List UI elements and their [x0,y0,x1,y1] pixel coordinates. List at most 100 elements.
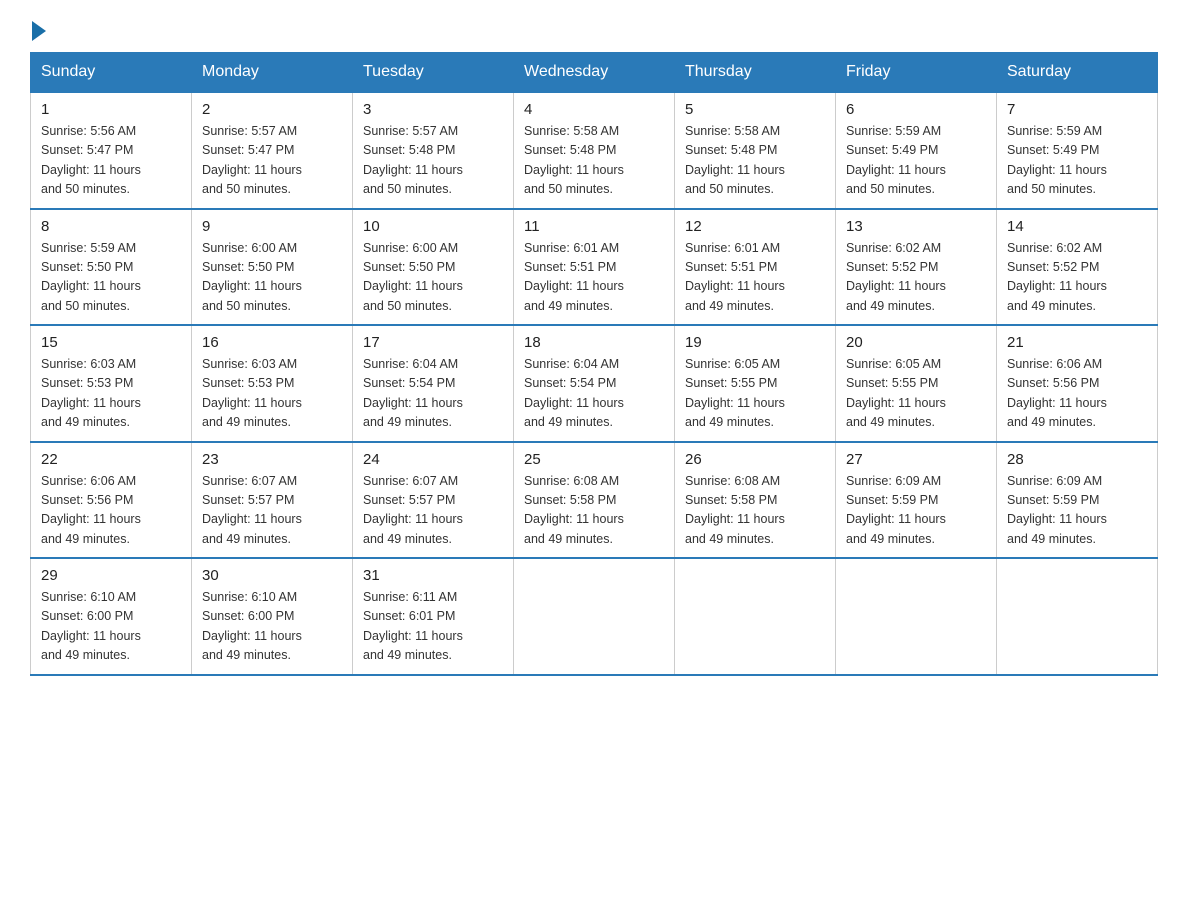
day-info: Sunrise: 6:10 AMSunset: 6:00 PMDaylight:… [41,588,181,666]
day-info: Sunrise: 6:05 AMSunset: 5:55 PMDaylight:… [846,355,986,433]
calendar-day-cell: 28 Sunrise: 6:09 AMSunset: 5:59 PMDayligh… [997,442,1158,559]
day-number: 16 [202,334,342,351]
day-info: Sunrise: 6:08 AMSunset: 5:58 PMDaylight:… [685,472,825,550]
calendar-day-cell: 20 Sunrise: 6:05 AMSunset: 5:55 PMDayligh… [836,325,997,442]
calendar-day-cell: 8 Sunrise: 5:59 AMSunset: 5:50 PMDaylight… [31,209,192,326]
day-number: 29 [41,567,181,584]
calendar-day-cell: 31 Sunrise: 6:11 AMSunset: 6:01 PMDayligh… [353,558,514,675]
day-number: 27 [846,451,986,468]
day-number: 15 [41,334,181,351]
day-info: Sunrise: 5:57 AMSunset: 5:48 PMDaylight:… [363,122,503,200]
day-info: Sunrise: 6:09 AMSunset: 5:59 PMDaylight:… [846,472,986,550]
calendar-day-cell: 19 Sunrise: 6:05 AMSunset: 5:55 PMDayligh… [675,325,836,442]
day-info: Sunrise: 5:59 AMSunset: 5:50 PMDaylight:… [41,239,181,317]
calendar-day-cell: 27 Sunrise: 6:09 AMSunset: 5:59 PMDayligh… [836,442,997,559]
day-number: 5 [685,101,825,118]
day-info: Sunrise: 6:11 AMSunset: 6:01 PMDaylight:… [363,588,503,666]
day-number: 14 [1007,218,1147,235]
day-info: Sunrise: 6:01 AMSunset: 5:51 PMDaylight:… [685,239,825,317]
day-info: Sunrise: 6:04 AMSunset: 5:54 PMDaylight:… [363,355,503,433]
day-number: 25 [524,451,664,468]
day-number: 26 [685,451,825,468]
day-info: Sunrise: 6:07 AMSunset: 5:57 PMDaylight:… [202,472,342,550]
calendar-day-cell: 10 Sunrise: 6:00 AMSunset: 5:50 PMDayligh… [353,209,514,326]
calendar-day-cell: 23 Sunrise: 6:07 AMSunset: 5:57 PMDayligh… [192,442,353,559]
day-number: 20 [846,334,986,351]
calendar-day-cell: 18 Sunrise: 6:04 AMSunset: 5:54 PMDayligh… [514,325,675,442]
day-number: 24 [363,451,503,468]
calendar-day-cell: 30Sunrise: 6:10 AMSunset: 6:00 PMDayligh… [192,558,353,675]
day-number: 6 [846,101,986,118]
weekday-header-row: SundayMondayTuesdayWednesdayThursdayFrid… [31,53,1158,93]
day-number: 11 [524,218,664,235]
day-info: Sunrise: 5:57 AMSunset: 5:47 PMDaylight:… [202,122,342,200]
calendar-day-cell: 16 Sunrise: 6:03 AMSunset: 5:53 PMDayligh… [192,325,353,442]
day-number: 21 [1007,334,1147,351]
day-number: 30 [202,567,342,584]
day-number: 2 [202,101,342,118]
day-number: 23 [202,451,342,468]
calendar-day-cell: 21 Sunrise: 6:06 AMSunset: 5:56 PMDayligh… [997,325,1158,442]
day-number: 17 [363,334,503,351]
day-number: 8 [41,218,181,235]
calendar-day-cell: 26 Sunrise: 6:08 AMSunset: 5:58 PMDayligh… [675,442,836,559]
day-number: 13 [846,218,986,235]
logo-arrow-icon [32,21,46,41]
calendar-day-cell: 11 Sunrise: 6:01 AMSunset: 5:51 PMDayligh… [514,209,675,326]
calendar-day-cell: 4 Sunrise: 5:58 AMSunset: 5:48 PMDaylight… [514,92,675,209]
weekday-header-monday: Monday [192,53,353,93]
day-number: 31 [363,567,503,584]
day-info: Sunrise: 6:06 AMSunset: 5:56 PMDaylight:… [41,472,181,550]
calendar-day-cell: 22Sunrise: 6:06 AMSunset: 5:56 PMDayligh… [31,442,192,559]
day-info: Sunrise: 6:06 AMSunset: 5:56 PMDaylight:… [1007,355,1147,433]
weekday-header-tuesday: Tuesday [353,53,514,93]
empty-cell [514,558,675,675]
day-number: 19 [685,334,825,351]
calendar-day-cell: 2 Sunrise: 5:57 AMSunset: 5:47 PMDaylight… [192,92,353,209]
calendar-day-cell: 7Sunrise: 5:59 AMSunset: 5:49 PMDaylight… [997,92,1158,209]
day-info: Sunrise: 6:03 AMSunset: 5:53 PMDaylight:… [41,355,181,433]
calendar-table: SundayMondayTuesdayWednesdayThursdayFrid… [30,52,1158,676]
day-number: 4 [524,101,664,118]
calendar-day-cell: 29 Sunrise: 6:10 AMSunset: 6:00 PMDayligh… [31,558,192,675]
calendar-day-cell: 17 Sunrise: 6:04 AMSunset: 5:54 PMDayligh… [353,325,514,442]
day-info: Sunrise: 6:08 AMSunset: 5:58 PMDaylight:… [524,472,664,550]
calendar-day-cell: 5Sunrise: 5:58 AMSunset: 5:48 PMDaylight… [675,92,836,209]
day-info: Sunrise: 6:00 AMSunset: 5:50 PMDaylight:… [202,239,342,317]
weekday-header-sunday: Sunday [31,53,192,93]
day-number: 18 [524,334,664,351]
weekday-header-saturday: Saturday [997,53,1158,93]
calendar-week-row: 15 Sunrise: 6:03 AMSunset: 5:53 PMDayligh… [31,325,1158,442]
page-header [30,20,1158,34]
calendar-day-cell: 14 Sunrise: 6:02 AMSunset: 5:52 PMDayligh… [997,209,1158,326]
calendar-day-cell: 3 Sunrise: 5:57 AMSunset: 5:48 PMDaylight… [353,92,514,209]
day-info: Sunrise: 6:09 AMSunset: 5:59 PMDaylight:… [1007,472,1147,550]
calendar-week-row: 8 Sunrise: 5:59 AMSunset: 5:50 PMDaylight… [31,209,1158,326]
calendar-day-cell: 6Sunrise: 5:59 AMSunset: 5:49 PMDaylight… [836,92,997,209]
logo [30,20,48,34]
day-info: Sunrise: 6:04 AMSunset: 5:54 PMDaylight:… [524,355,664,433]
day-info: Sunrise: 5:58 AMSunset: 5:48 PMDaylight:… [524,122,664,200]
day-info: Sunrise: 6:02 AMSunset: 5:52 PMDaylight:… [1007,239,1147,317]
day-info: Sunrise: 6:03 AMSunset: 5:53 PMDaylight:… [202,355,342,433]
day-number: 10 [363,218,503,235]
day-info: Sunrise: 5:59 AMSunset: 5:49 PMDaylight:… [1007,122,1147,200]
calendar-day-cell: 24 Sunrise: 6:07 AMSunset: 5:57 PMDayligh… [353,442,514,559]
day-info: Sunrise: 6:01 AMSunset: 5:51 PMDaylight:… [524,239,664,317]
calendar-week-row: 29 Sunrise: 6:10 AMSunset: 6:00 PMDayligh… [31,558,1158,675]
day-info: Sunrise: 6:02 AMSunset: 5:52 PMDaylight:… [846,239,986,317]
day-number: 3 [363,101,503,118]
calendar-week-row: 22Sunrise: 6:06 AMSunset: 5:56 PMDayligh… [31,442,1158,559]
weekday-header-thursday: Thursday [675,53,836,93]
calendar-day-cell: 1Sunrise: 5:56 AMSunset: 5:47 PMDaylight… [31,92,192,209]
calendar-day-cell: 13 Sunrise: 6:02 AMSunset: 5:52 PMDayligh… [836,209,997,326]
day-info: Sunrise: 6:00 AMSunset: 5:50 PMDaylight:… [363,239,503,317]
day-info: Sunrise: 6:07 AMSunset: 5:57 PMDaylight:… [363,472,503,550]
calendar-day-cell: 12Sunrise: 6:01 AMSunset: 5:51 PMDayligh… [675,209,836,326]
day-info: Sunrise: 6:05 AMSunset: 5:55 PMDaylight:… [685,355,825,433]
day-info: Sunrise: 5:56 AMSunset: 5:47 PMDaylight:… [41,122,181,200]
weekday-header-wednesday: Wednesday [514,53,675,93]
empty-cell [675,558,836,675]
day-number: 28 [1007,451,1147,468]
calendar-day-cell: 15 Sunrise: 6:03 AMSunset: 5:53 PMDayligh… [31,325,192,442]
